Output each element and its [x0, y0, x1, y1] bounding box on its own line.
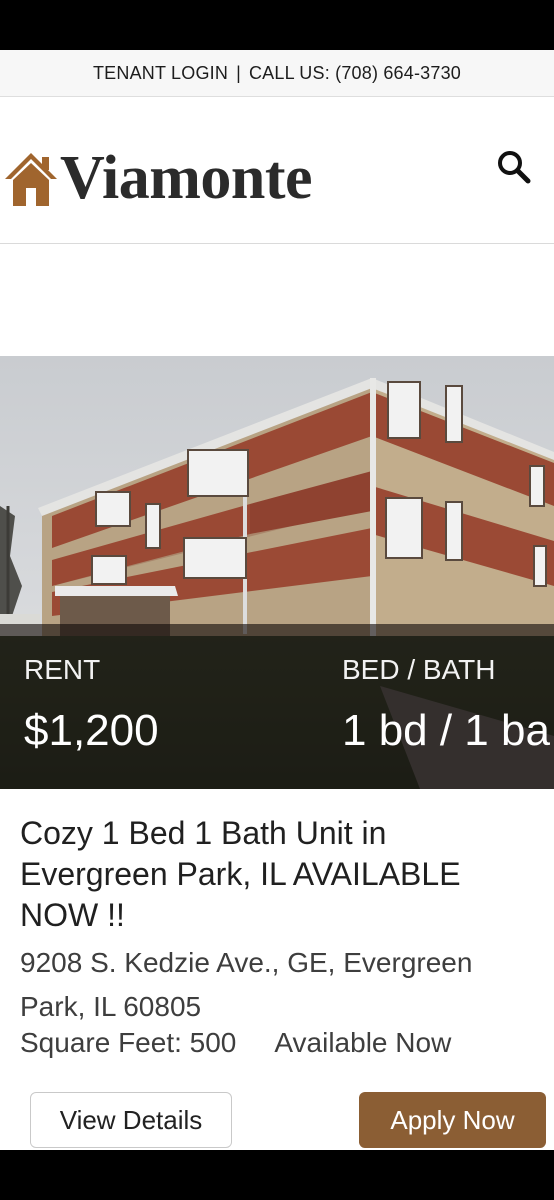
call-us-link[interactable]: CALL US: (708) 664-3730 — [249, 63, 461, 84]
bedbath-label: BED / BATH — [342, 654, 496, 685]
listing-address: 9208 S. Kedzie Ave., GE, Evergreen Park,… — [20, 947, 473, 1022]
search-button[interactable] — [494, 147, 534, 187]
brand-logo[interactable]: Viamonte — [4, 144, 313, 212]
price-overlay: RENT $1,200 BED / BATH 1 bd / 1 ba — [0, 624, 554, 789]
listing-meta: Square Feet: 500 Available Now — [20, 1027, 451, 1059]
navigation-bar-area — [0, 1150, 554, 1200]
listing-title[interactable]: Cozy 1 Bed 1 Bath Unit in Evergreen Park… — [20, 813, 540, 936]
utility-separator: | — [236, 62, 241, 83]
listing-details: Cozy 1 Bed 1 Bath Unit in Evergreen Park… — [0, 789, 554, 1150]
bedbath-value: 1 bd / 1 ba — [342, 706, 550, 755]
listing-photo[interactable]: RENT $1,200 BED / BATH 1 bd / 1 ba — [0, 356, 554, 789]
apply-now-button[interactable]: Apply Now — [359, 1092, 546, 1148]
phone-screen: TENANT LOGIN | CALL US: (708) 664-3730 V… — [0, 0, 554, 1200]
search-icon — [498, 151, 531, 184]
square-feet: Square Feet: 500 — [20, 1027, 237, 1058]
rent-value: $1,200 — [24, 706, 159, 755]
house-icon — [5, 153, 57, 206]
status-bar-area — [0, 0, 554, 50]
availability-status: Available Now — [274, 1027, 452, 1058]
utility-bar: TENANT LOGIN | CALL US: (708) 664-3730 — [0, 50, 554, 97]
tenant-login-link[interactable]: TENANT LOGIN — [93, 63, 228, 84]
site-header: Viamonte — [0, 97, 554, 244]
view-details-button[interactable]: View Details — [30, 1092, 232, 1148]
brand-name: Viamonte — [60, 144, 313, 212]
rent-label: RENT — [24, 654, 101, 685]
hero-spacer — [0, 244, 554, 356]
